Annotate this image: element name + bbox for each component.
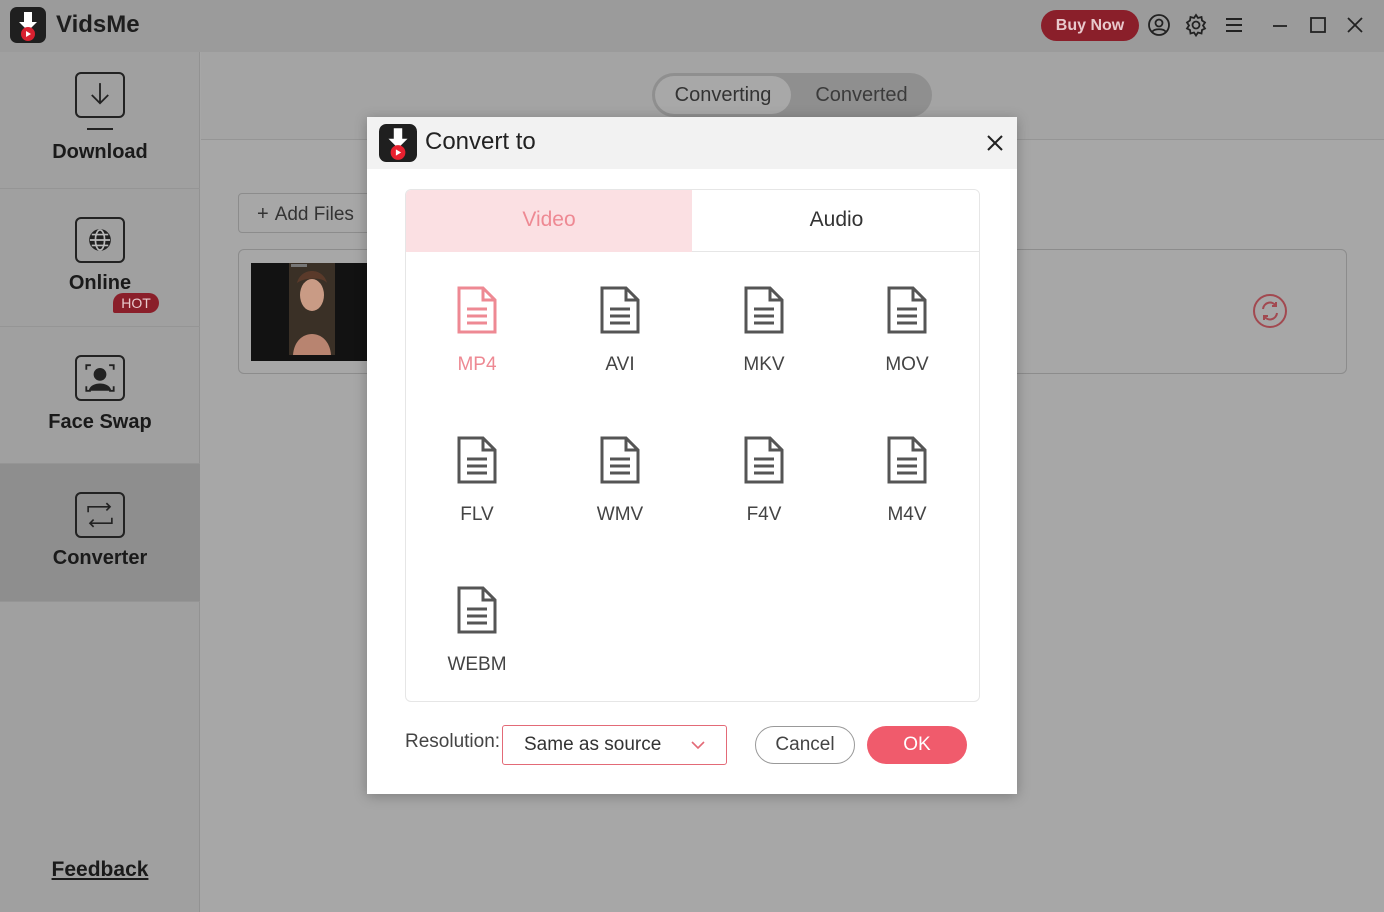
format-label: FLV — [460, 504, 494, 525]
format-label: M4V — [887, 504, 927, 525]
file-icon — [600, 436, 640, 484]
add-files-label: Add Files — [274, 204, 354, 225]
tab-converted[interactable]: Converted — [794, 76, 929, 114]
sidebar-item-label: Converter — [52, 547, 148, 569]
globe-icon — [75, 217, 125, 263]
app-logo-icon — [10, 7, 46, 43]
sidebar-item-label: Face Swap — [48, 411, 152, 433]
file-icon — [887, 436, 927, 484]
sidebar-item-download[interactable]: Download — [0, 52, 200, 189]
app-name: VidsMe — [56, 11, 140, 38]
file-icon — [457, 286, 497, 334]
hot-badge: HOT — [113, 293, 159, 313]
format-avi[interactable]: AVI — [570, 285, 670, 395]
format-webm[interactable]: WEBM — [427, 585, 527, 695]
format-mp4[interactable]: MP4 — [427, 285, 527, 395]
sidebar-item-online[interactable]: Online — [0, 189, 200, 327]
feedback-link[interactable]: Feedback — [0, 858, 200, 882]
minimize-icon[interactable] — [1268, 13, 1292, 37]
sidebar: Download Online Face Swap Converter Feed… — [0, 52, 200, 912]
file-icon — [600, 286, 640, 334]
tab-converting[interactable]: Converting — [655, 76, 791, 114]
app-logo-icon — [379, 124, 417, 162]
format-m4v[interactable]: M4V — [857, 435, 957, 545]
conversion-tabs: Converting Converted — [652, 73, 932, 117]
sidebar-item-label: Download — [52, 141, 148, 163]
add-files-button[interactable]: + Add Files — [238, 193, 378, 233]
settings-icon[interactable] — [1184, 13, 1208, 37]
resolution-label: Resolution: — [405, 731, 501, 752]
format-mkv[interactable]: MKV — [714, 285, 814, 395]
format-label: MP4 — [457, 354, 497, 375]
format-label: WEBM — [447, 654, 507, 675]
format-label: MOV — [885, 354, 929, 375]
converter-icon — [75, 492, 125, 538]
file-icon — [744, 286, 784, 334]
tab-audio[interactable]: Audio — [692, 190, 979, 252]
format-flv[interactable]: FLV — [427, 435, 527, 545]
face-swap-icon — [75, 355, 125, 401]
convert-dialog: Convert to Video Audio MP4 AVI MKV MOV F… — [367, 117, 1017, 794]
file-icon — [744, 436, 784, 484]
file-icon — [887, 286, 927, 334]
dialog-title: Convert to — [425, 128, 536, 155]
maximize-icon[interactable] — [1306, 13, 1330, 37]
format-mov[interactable]: MOV — [857, 285, 957, 395]
tab-video[interactable]: Video — [406, 190, 692, 252]
ok-button[interactable]: OK — [867, 726, 967, 764]
resolution-select[interactable]: Same as source — [502, 725, 727, 765]
file-icon — [457, 436, 497, 484]
download-icon — [75, 72, 125, 118]
format-label: AVI — [605, 354, 635, 375]
plus-icon: + — [257, 203, 269, 225]
sidebar-item-converter[interactable]: Converter — [0, 464, 200, 602]
resolution-value: Same as source — [524, 734, 662, 755]
format-label: F4V — [746, 504, 782, 525]
chevron-down-icon — [691, 741, 705, 750]
format-label: WMV — [596, 504, 644, 525]
sidebar-item-face-swap[interactable]: Face Swap — [0, 327, 200, 464]
download-underline — [87, 128, 113, 130]
account-icon[interactable] — [1147, 13, 1171, 37]
dialog-header: Convert to — [367, 117, 1017, 169]
format-f4v[interactable]: F4V — [714, 435, 814, 545]
close-icon[interactable] — [983, 131, 1007, 155]
video-thumbnail[interactable] — [251, 263, 371, 361]
file-icon — [457, 586, 497, 634]
cancel-button[interactable]: Cancel — [755, 726, 855, 764]
format-label: MKV — [743, 354, 785, 375]
format-wmv[interactable]: WMV — [570, 435, 670, 545]
format-panel: Video Audio MP4 AVI MKV MOV FLV WMV F4V … — [405, 189, 980, 702]
thumbnail-image — [251, 263, 371, 361]
refresh-icon[interactable] — [1252, 293, 1288, 329]
buy-now-button[interactable]: Buy Now — [1041, 10, 1139, 41]
menu-icon[interactable] — [1222, 13, 1246, 37]
title-bar: VidsMe Buy Now — [0, 0, 1384, 52]
sidebar-item-label: Online — [68, 272, 132, 294]
close-window-icon[interactable] — [1343, 13, 1367, 37]
